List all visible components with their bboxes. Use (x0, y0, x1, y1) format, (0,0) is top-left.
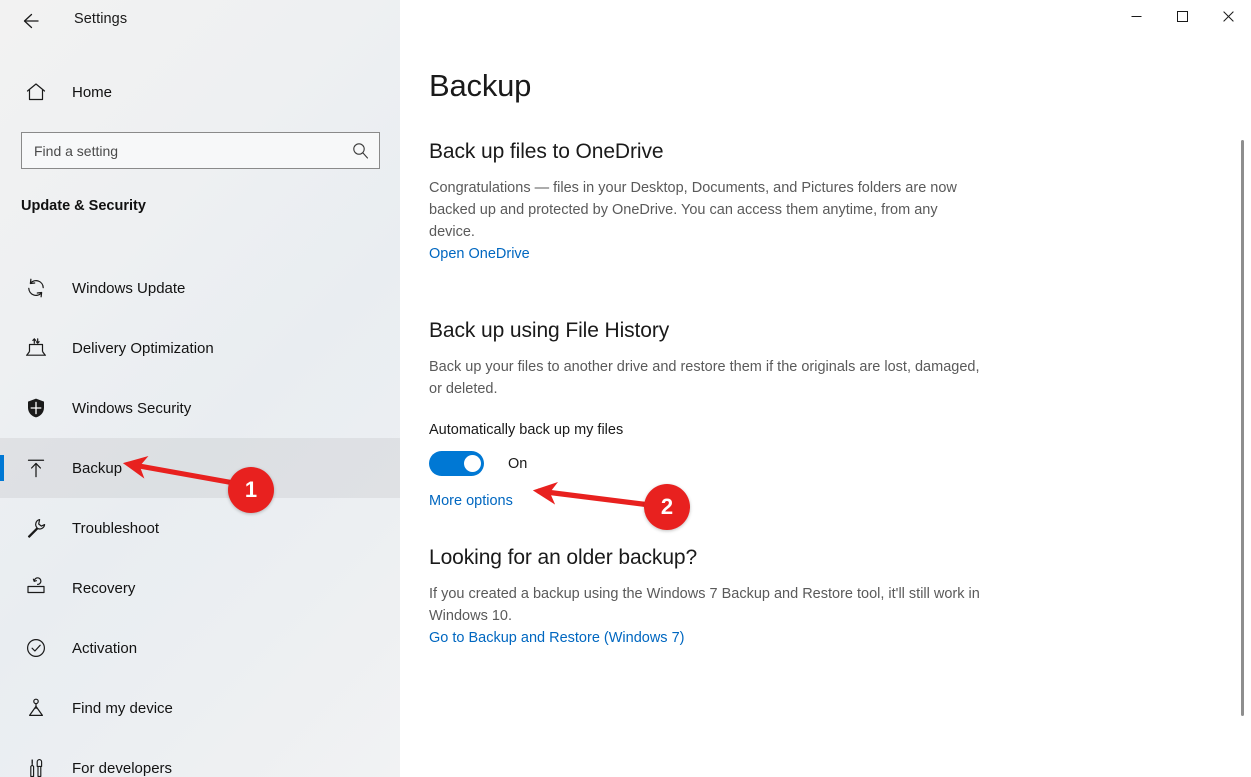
section-onedrive-backup: Back up files to OneDrive Congratulation… (429, 140, 1251, 263)
sidebar-item-windows-update[interactable]: Windows Update (0, 258, 400, 318)
sidebar-item-backup[interactable]: Backup (0, 438, 400, 498)
sidebar-item-delivery-optimization[interactable]: Delivery Optimization (0, 318, 400, 378)
minimize-button[interactable] (1113, 0, 1159, 32)
vertical-scrollbar[interactable] (1235, 42, 1251, 777)
check-circle-icon (12, 636, 60, 660)
section-older-backup: Looking for an older backup? If you crea… (429, 546, 1251, 647)
sidebar-item-troubleshoot[interactable]: Troubleshoot (0, 498, 400, 558)
section-body: Back up your files to another drive and … (429, 356, 981, 400)
sidebar-item-find-my-device[interactable]: Find my device (0, 678, 400, 738)
sidebar-group-title: Update & Security (21, 198, 146, 214)
sidebar-item-label: Backup (72, 460, 122, 477)
sidebar-item-for-developers[interactable]: For developers (0, 738, 400, 777)
search-box[interactable] (21, 132, 380, 169)
file-history-toggle[interactable] (429, 451, 484, 476)
recovery-icon (12, 576, 60, 600)
toggle-state-label: On (508, 456, 527, 472)
close-icon (1223, 11, 1234, 22)
file-history-toggle-row: On (429, 451, 1251, 476)
sidebar-item-activation[interactable]: Activation (0, 618, 400, 678)
sidebar-item-label: Windows Security (72, 400, 191, 417)
title-bar: Settings (0, 0, 1251, 42)
sidebar-home-label: Home (72, 84, 112, 101)
locate-person-icon (12, 696, 60, 720)
settings-window: Settings (0, 0, 1251, 777)
sidebar: Home Update & Security (0, 0, 400, 777)
window-controls (1113, 0, 1251, 32)
page-title: Backup (429, 68, 1251, 104)
search-input[interactable] (22, 143, 341, 159)
section-heading: Back up files to OneDrive (429, 140, 1251, 164)
sidebar-item-home[interactable]: Home (0, 72, 400, 112)
backup-and-restore-link[interactable]: Go to Backup and Restore (Windows 7) (429, 630, 684, 646)
section-body: Congratulations — files in your Desktop,… (429, 177, 981, 243)
open-onedrive-link[interactable]: Open OneDrive (429, 246, 530, 262)
sidebar-item-label: For developers (72, 760, 172, 777)
back-arrow-icon (19, 10, 41, 32)
auto-backup-label: Automatically back up my files (429, 422, 1251, 438)
close-button[interactable] (1205, 0, 1251, 32)
sidebar-item-label: Troubleshoot (72, 520, 159, 537)
app-title: Settings (74, 11, 127, 27)
main-content: Backup Back up files to OneDrive Congrat… (400, 42, 1251, 777)
sidebar-item-label: Find my device (72, 700, 173, 717)
selection-accent (0, 455, 4, 481)
sync-icon (12, 276, 60, 300)
section-heading: Looking for an older backup? (429, 546, 1251, 570)
toggle-knob (464, 455, 481, 472)
shield-icon (12, 396, 60, 420)
sidebar-item-windows-security[interactable]: Windows Security (0, 378, 400, 438)
more-options-link[interactable]: More options (429, 493, 513, 509)
section-file-history: Back up using File History Back up your … (429, 319, 1251, 510)
sidebar-item-label: Delivery Optimization (72, 340, 214, 357)
sidebar-item-recovery[interactable]: Recovery (0, 558, 400, 618)
minimize-icon (1131, 11, 1142, 22)
wrench-icon (12, 516, 60, 540)
sidebar-item-label: Recovery (72, 580, 135, 597)
sidebar-item-label: Windows Update (72, 280, 185, 297)
search-icon[interactable] (341, 141, 379, 160)
scrollbar-thumb[interactable] (1241, 140, 1244, 716)
maximize-button[interactable] (1159, 0, 1205, 32)
maximize-icon (1177, 11, 1188, 22)
back-button[interactable] (8, 2, 52, 40)
upload-arrow-icon (12, 456, 60, 480)
sidebar-item-label: Activation (72, 640, 137, 657)
section-body: If you created a backup using the Window… (429, 583, 981, 627)
home-icon (12, 80, 60, 104)
tools-icon (12, 756, 60, 777)
section-heading: Back up using File History (429, 319, 1251, 343)
delivery-icon (12, 336, 60, 360)
sidebar-nav-list: Windows Update Delivery Optimization (0, 258, 400, 777)
